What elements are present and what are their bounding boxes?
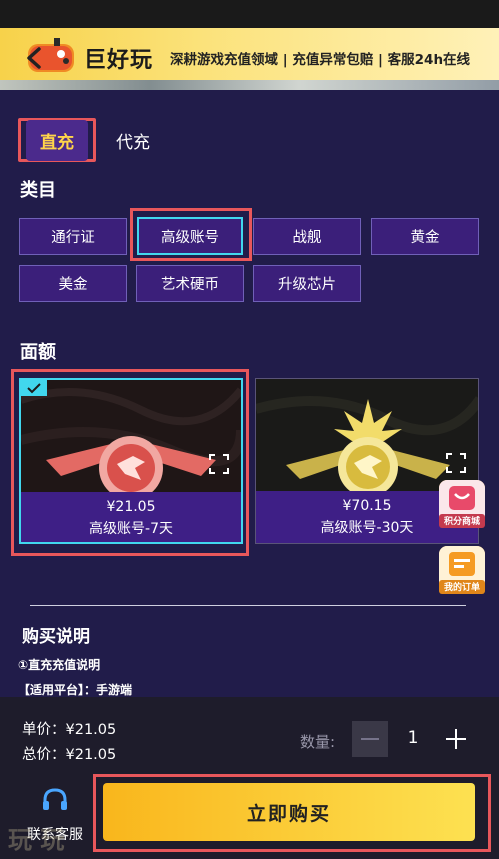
status-strip: [0, 0, 499, 28]
quantity-value[interactable]: 1: [398, 728, 428, 748]
total-price: 总价：¥21.05: [22, 747, 117, 763]
tab-proxy-recharge[interactable]: 代充: [116, 128, 150, 153]
product-card-7day[interactable]: ¥21.05 高级账号-7天: [19, 378, 243, 544]
minus-icon: [361, 738, 379, 740]
recharge-tabs: 直充 代充: [18, 118, 150, 162]
expand-icon[interactable]: [209, 454, 229, 474]
plus-icon: [446, 729, 466, 749]
quantity-label: 数量:: [300, 733, 336, 751]
premium-badge-red-image: [21, 380, 241, 500]
quantity-increase-button[interactable]: [438, 721, 474, 757]
headset-icon: [43, 788, 67, 810]
brand-name: 巨好玩: [84, 48, 154, 73]
expand-icon[interactable]: [446, 453, 466, 473]
category-warship[interactable]: 战舰: [253, 218, 361, 255]
premium-badge-gold-image: [256, 379, 478, 497]
my-orders-label: 我的订单: [443, 583, 480, 593]
notes-line-1: ①直充充值说明: [18, 658, 101, 672]
buy-now-button[interactable]: 立即购买: [103, 783, 475, 841]
tab-direct-recharge[interactable]: 直充: [18, 118, 96, 162]
divider: [30, 605, 466, 606]
category-premium-account[interactable]: 高级账号: [137, 217, 243, 255]
category-art-coin[interactable]: 艺术硬币: [136, 265, 244, 302]
category-pass[interactable]: 通行证: [19, 218, 127, 255]
category-title: 类目: [20, 180, 56, 201]
top-banner: 巨好玩 深耕游戏充值领域 | 充值异常包赔 | 客服24h在线: [0, 28, 499, 90]
watermark: 玩 玩: [8, 825, 65, 854]
card-name: 高级账号-7天: [89, 521, 173, 537]
notes-line-2: 【适用平台】：手游端: [18, 683, 133, 697]
points-mall-button[interactable]: 积分商城: [439, 480, 485, 528]
card-price: ¥21.05: [106, 499, 156, 515]
amount-title: 面额: [20, 342, 56, 363]
category-dollars[interactable]: 美金: [19, 265, 127, 302]
card-info: ¥21.05 高级账号-7天: [21, 492, 241, 542]
unit-price: 单价：¥21.05: [22, 722, 117, 738]
tab-label: 直充: [26, 119, 88, 161]
purchase-notes-title: 购买说明: [22, 627, 90, 647]
back-arrow-icon: [27, 47, 41, 69]
category-upgrade-chip[interactable]: 升级芯片: [253, 265, 361, 302]
category-gold[interactable]: 黄金: [371, 218, 479, 255]
my-orders-button[interactable]: 我的订单: [439, 546, 485, 594]
brand-slogan: 深耕游戏充值领域 | 充值异常包赔 | 客服24h在线: [170, 52, 471, 68]
points-mall-label: 积分商城: [443, 517, 480, 527]
quantity-decrease-button[interactable]: [352, 721, 388, 757]
selected-check-icon: [21, 380, 47, 396]
back-button[interactable]: [18, 42, 50, 74]
